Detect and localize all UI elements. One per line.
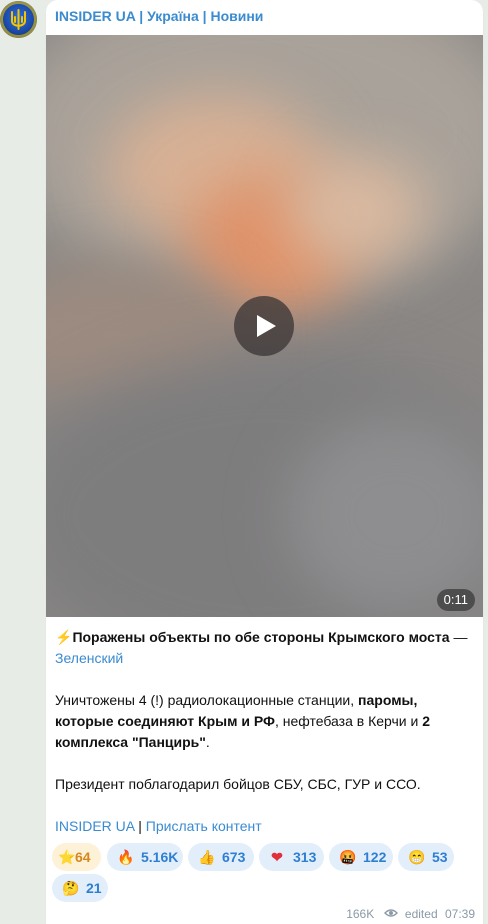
post-headline-paragraph: ⚡Поражены объекты по обе стороны Крымско… <box>55 627 475 669</box>
channel-link[interactable]: INSIDER UA <box>55 818 134 834</box>
eye-icon <box>383 907 398 921</box>
message-bubble: INSIDER UA | Україна | Новини 0:11 ⚡Пора… <box>46 0 483 924</box>
fire-icon: 🔥 <box>117 849 135 865</box>
video-duration: 0:11 <box>436 589 475 611</box>
reaction-heart[interactable]: ❤ 313 <box>259 843 324 871</box>
reaction-star[interactable]: ⭐ 64 <box>52 843 101 871</box>
post-body-paragraph: Уничтожены 4 (!) радиолокационные станци… <box>55 690 475 753</box>
view-count: 166K <box>346 906 375 921</box>
heart-icon: ❤ <box>271 849 283 865</box>
grin-face-icon: 😁 <box>408 849 426 865</box>
play-icon <box>257 315 276 337</box>
body-text: . <box>205 734 210 750</box>
lightning-icon: ⚡ <box>55 629 73 645</box>
reaction-angry[interactable]: 🤬 122 <box>329 843 393 871</box>
body-text: , нефтебаза в Керчи и <box>274 713 423 729</box>
reaction-fire[interactable]: 🔥 5.16K <box>107 843 183 871</box>
reaction-thinking[interactable]: 🤔 21 <box>52 874 108 902</box>
post-text: ⚡Поражены объекты по обе стороны Крымско… <box>55 627 475 837</box>
reaction-count: 122 <box>363 849 387 865</box>
edited-label: edited <box>404 906 438 921</box>
body-text: Уничтожены 4 (!) радиолокационные станци… <box>55 692 359 708</box>
reaction-count: 21 <box>86 880 102 896</box>
reaction-count: 673 <box>222 849 246 865</box>
video-player[interactable]: 0:11 <box>46 35 483 617</box>
reaction-grin[interactable]: 😁 53 <box>398 843 454 871</box>
angry-face-icon: 🤬 <box>339 849 357 865</box>
thumbs-up-icon: 👍 <box>198 849 216 865</box>
post-headline: Поражены объекты по обе стороны Крымског… <box>72 629 450 645</box>
send-content-link[interactable]: Прислать контент <box>146 818 262 834</box>
headline-dash: — <box>449 629 468 645</box>
post-footer: INSIDER UA | Прислать контент <box>55 816 475 837</box>
reaction-thumbs-up[interactable]: 👍 673 <box>188 843 254 871</box>
reaction-count: 313 <box>293 849 317 865</box>
channel-avatar[interactable] <box>0 1 37 38</box>
channel-name[interactable]: INSIDER UA | Україна | Новини <box>55 8 263 24</box>
play-button[interactable] <box>234 296 294 356</box>
post-thanks-paragraph: Президент поблагодарил бойцов СБУ, СБС, … <box>55 776 421 792</box>
trident-icon <box>11 9 26 30</box>
reaction-count: 53 <box>432 849 448 865</box>
reaction-count: 5.16K <box>141 849 179 865</box>
star-icon: ⭐ <box>58 849 76 865</box>
message-meta: 166K edited 07:39 <box>346 906 475 921</box>
source-link[interactable]: Зеленский <box>55 650 123 666</box>
message-time: 07:39 <box>444 906 475 921</box>
reaction-count: 64 <box>75 849 91 865</box>
thinking-face-icon: 🤔 <box>62 880 80 896</box>
footer-separator: | <box>134 818 146 834</box>
